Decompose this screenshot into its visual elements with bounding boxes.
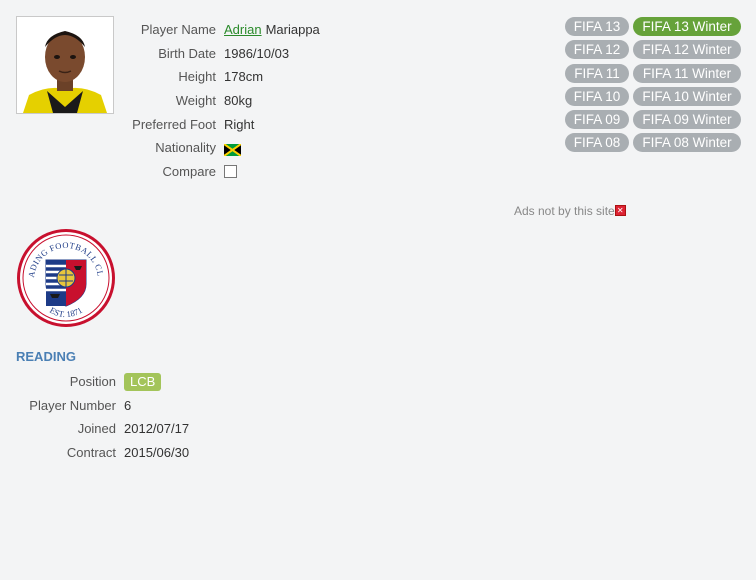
player-name-row: Player Name Adrian Mariappa <box>110 18 320 42</box>
version-pill-fifa-08-winter[interactable]: FIFA 08 Winter <box>633 133 741 153</box>
version-pill-fifa-09[interactable]: FIFA 09 <box>565 110 629 130</box>
height-label: Height <box>178 69 216 85</box>
version-pill-fifa-08[interactable]: FIFA 08 <box>565 133 629 153</box>
joined-row: Joined 2012/07/17 <box>0 417 189 441</box>
version-pill-fifa-12[interactable]: FIFA 12 <box>565 40 629 60</box>
compare-label: Compare <box>162 163 216 179</box>
compare-row: Compare <box>110 160 320 184</box>
player-name-label: Player Name <box>140 22 216 38</box>
position-badge: LCB <box>124 372 162 391</box>
joined-value: 2012/07/17 <box>124 421 190 437</box>
close-icon[interactable]: ✕ <box>614 205 626 216</box>
fifa-version-selector: FIFA 13 FIFA 13 Winter FIFA 12 FIFA 12 W… <box>565 17 745 157</box>
player-first-name-link[interactable]: Adrian <box>224 22 262 37</box>
weight-label: Weight <box>175 93 216 109</box>
version-row: FIFA 11 FIFA 11 Winter <box>565 63 745 87</box>
joined-label: Joined <box>77 421 116 437</box>
contract-label: Contract <box>66 445 116 461</box>
club-info-table: Position LCB Player Number 6 Joined 2012… <box>0 370 189 464</box>
birth-date-value: 1986/10/03 <box>224 45 290 61</box>
preferred-foot-row: Preferred Foot Right <box>110 112 320 136</box>
player-info-table: Player Name Adrian Mariappa Birth Date 19… <box>110 18 320 183</box>
version-pill-fifa-13[interactable]: FIFA 13 <box>565 17 629 36</box>
player-number-value: 6 <box>124 397 132 413</box>
version-row: FIFA 09 FIFA 09 Winter <box>565 110 745 133</box>
position-label: Position <box>69 374 116 390</box>
version-pill-fifa-12-winter[interactable]: FIFA 12 Winter <box>633 40 741 60</box>
version-row: FIFA 08 FIFA 08 Winter <box>565 133 745 156</box>
nationality-row: Nationality <box>110 136 320 160</box>
version-pill-fifa-10-winter[interactable]: FIFA 10 Winter <box>633 86 741 106</box>
version-row: FIFA 13 FIFA 13 Winter <box>565 17 745 40</box>
height-row: Height 178cm <box>110 65 320 89</box>
player-last-name: Mariappa <box>265 22 320 38</box>
contract-value: 2015/06/30 <box>124 445 190 461</box>
version-pill-fifa-11[interactable]: FIFA 11 <box>565 63 629 83</box>
compare-checkbox[interactable] <box>224 164 237 178</box>
version-row: FIFA 12 FIFA 12 Winter <box>565 40 745 63</box>
player-number-row: Player Number 6 <box>0 394 189 418</box>
ads-notice: Ads not by this site ✕ <box>514 204 626 218</box>
position-row: Position LCB <box>0 370 189 394</box>
jamaica-flag-icon[interactable] <box>224 143 241 156</box>
weight-row: Weight 80kg <box>110 89 320 113</box>
height-value: 178cm <box>224 69 264 85</box>
player-photo <box>16 16 114 114</box>
nationality-label: Nationality <box>155 140 216 156</box>
ads-notice-text: Ads not by this site <box>514 204 615 218</box>
contract-row: Contract 2015/06/30 <box>0 441 189 465</box>
club-name: READING <box>16 349 76 364</box>
version-pill-fifa-09-winter[interactable]: FIFA 09 Winter <box>633 110 741 130</box>
version-row: FIFA 10 FIFA 10 Winter <box>565 86 745 110</box>
version-pill-fifa-11-winter[interactable]: FIFA 11 Winter <box>633 63 741 83</box>
club-crest-logo: READING FOOTBALL CLUB EST. 1871 <box>13 220 116 328</box>
weight-value: 80kg <box>224 93 253 109</box>
preferred-foot-value: Right <box>224 116 255 132</box>
birth-date-row: Birth Date 1986/10/03 <box>110 42 320 66</box>
preferred-foot-label: Preferred Foot <box>132 116 216 132</box>
version-pill-fifa-10[interactable]: FIFA 10 <box>565 86 629 106</box>
birth-date-label: Birth Date <box>158 45 216 61</box>
player-number-label: Player Number <box>29 397 116 413</box>
version-pill-fifa-13-winter[interactable]: FIFA 13 Winter <box>633 17 741 36</box>
